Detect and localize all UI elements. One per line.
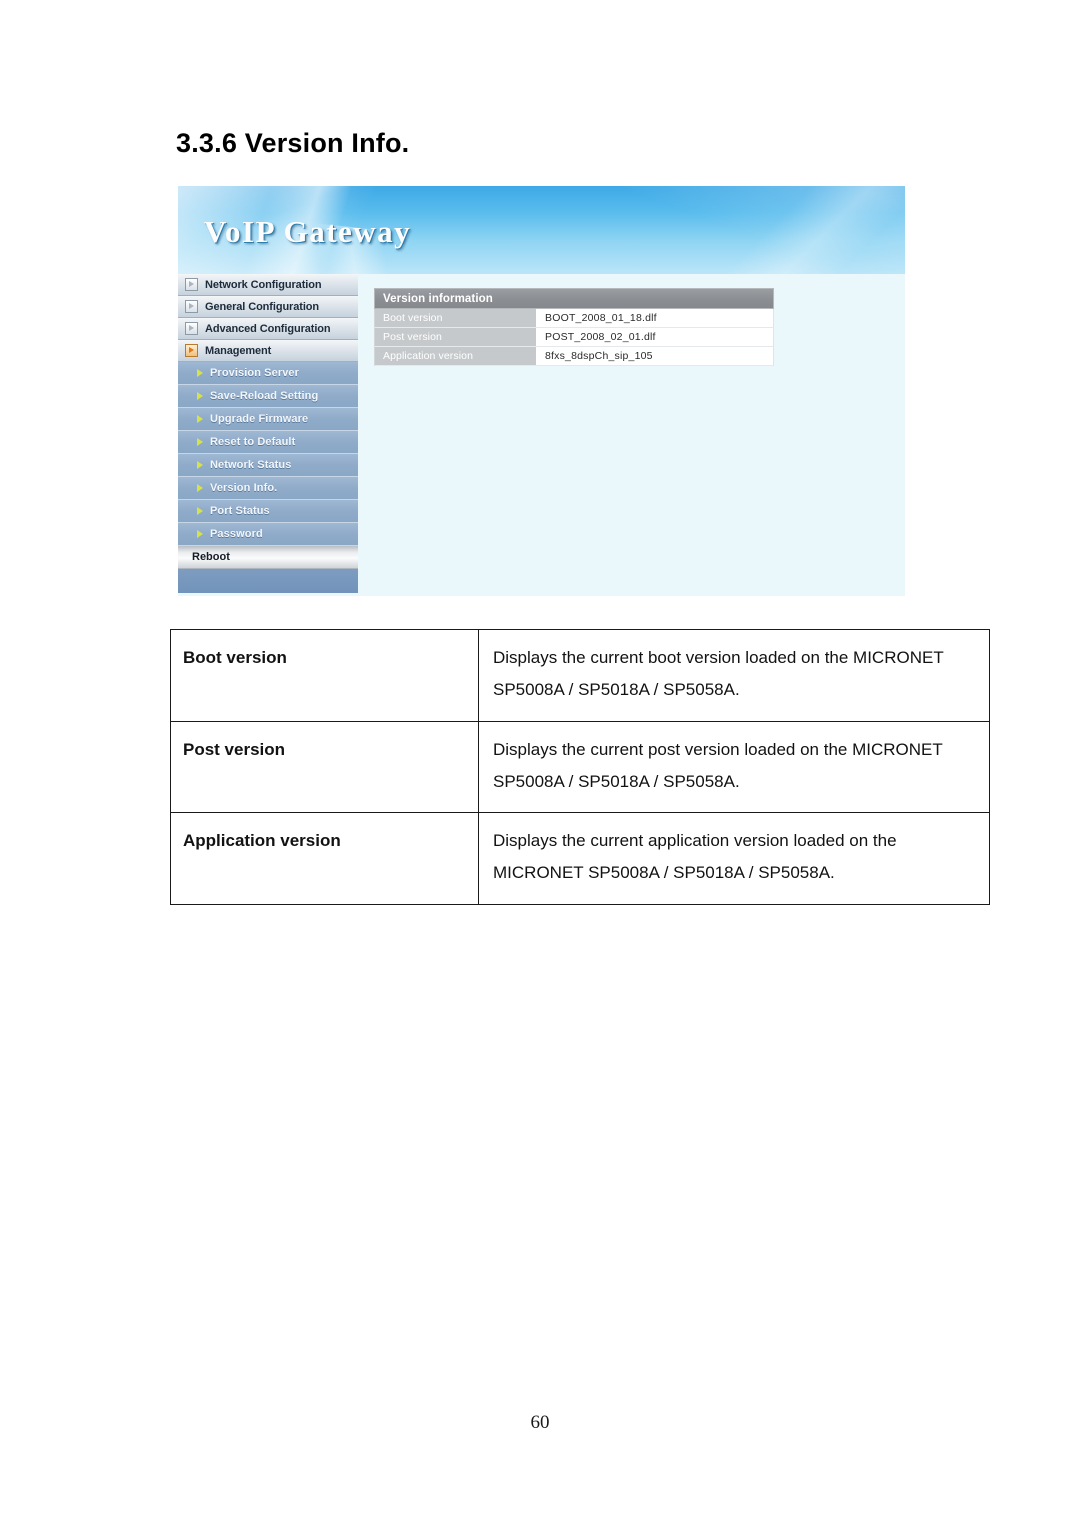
version-row-label: Application version	[375, 347, 536, 365]
arrow-right-icon	[197, 392, 203, 400]
sidebar-item-network-status[interactable]: Network Status	[178, 454, 358, 477]
sidebar-item-label: Provision Server	[210, 367, 300, 379]
arrow-right-icon	[197, 461, 203, 469]
sidebar-item-label: Network Configuration	[205, 278, 322, 291]
version-row-value: 8fxs_8dspCh_sip_105	[536, 347, 773, 365]
sidebar-item-label: Upgrade Firmware	[210, 413, 309, 425]
version-row-label: Boot version	[375, 309, 536, 327]
table-cell-description: Displays the current boot version loaded…	[478, 629, 990, 722]
sidebar: Network Configuration General Configurat…	[178, 274, 358, 593]
sidebar-item-upgrade-firmware[interactable]: Upgrade Firmware	[178, 408, 358, 431]
sidebar-item-label: Password	[210, 528, 263, 540]
triangle-box-icon	[185, 278, 198, 291]
sidebar-item-advanced-configuration[interactable]: Advanced Configuration	[178, 318, 358, 340]
app-banner: VoIP Gateway	[178, 186, 905, 274]
arrow-right-icon	[197, 507, 203, 515]
version-row-value: POST_2008_02_01.dlf	[536, 328, 773, 346]
sidebar-item-label: Advanced Configuration	[205, 322, 331, 335]
table-row: Application version Displays the current…	[170, 812, 990, 905]
sidebar-item-management[interactable]: Management	[178, 340, 358, 362]
table-cell-term: Post version	[170, 720, 479, 814]
table-cell-description: Displays the current post version loaded…	[478, 720, 990, 814]
version-information-panel: Version information Boot version BOOT_20…	[374, 288, 774, 366]
version-row-application: Application version 8fxs_8dspCh_sip_105	[374, 347, 774, 366]
sidebar-item-save-reload-setting[interactable]: Save-Reload Setting	[178, 385, 358, 408]
sidebar-item-general-configuration[interactable]: General Configuration	[178, 296, 358, 318]
description-line: SP5008A / SP5018A / SP5058A.	[493, 771, 740, 791]
sidebar-item-reboot[interactable]: Reboot	[178, 546, 358, 569]
table-cell-term: Application version	[170, 812, 479, 905]
arrow-right-icon	[197, 415, 203, 423]
arrow-right-icon	[197, 369, 203, 377]
table-cell-description: Displays the current application version…	[478, 812, 990, 905]
triangle-box-icon	[185, 300, 198, 313]
description-line: MICRONET SP5008A / SP5018A / SP5058A.	[493, 863, 835, 883]
sidebar-item-label: Reset to Default	[210, 436, 296, 448]
table-cell-term: Boot version	[170, 629, 479, 722]
sidebar-item-reset-to-default[interactable]: Reset to Default	[178, 431, 358, 454]
sidebar-footer-block	[178, 569, 358, 593]
sidebar-item-label: General Configuration	[205, 300, 320, 313]
description-line: Displays the current application version…	[493, 831, 897, 851]
page-number: 60	[530, 1412, 550, 1433]
triangle-box-icon	[185, 344, 198, 357]
sidebar-item-label: Network Status	[210, 459, 292, 471]
version-row-value: BOOT_2008_01_18.dlf	[536, 309, 773, 327]
arrow-right-icon	[197, 484, 203, 492]
triangle-box-icon	[185, 322, 198, 335]
description-line: Displays the current boot version loaded…	[493, 648, 944, 667]
description-line: SP5008A / SP5018A / SP5058A.	[493, 680, 740, 700]
banner-light-streak-icon	[625, 186, 905, 274]
app-title: VoIP Gateway	[204, 214, 412, 249]
version-row-label: Post version	[375, 328, 536, 346]
table-row: Boot version Displays the current boot v…	[170, 629, 990, 722]
sidebar-item-password[interactable]: Password	[178, 523, 358, 546]
table-row: Post version Displays the current post v…	[170, 720, 990, 814]
sidebar-item-label: Reboot	[192, 551, 230, 563]
sidebar-item-provision-server[interactable]: Provision Server	[178, 362, 358, 385]
version-row-post: Post version POST_2008_02_01.dlf	[374, 328, 774, 347]
sidebar-item-network-configuration[interactable]: Network Configuration	[178, 274, 358, 296]
field-description-table: Boot version Displays the current boot v…	[170, 629, 990, 905]
sidebar-item-label: Management	[205, 344, 272, 357]
sidebar-item-label: Save-Reload Setting	[210, 390, 319, 402]
page-title: 3.3.6 Version Info.	[176, 128, 410, 158]
description-line: Displays the current post version loaded…	[493, 739, 943, 759]
sidebar-item-port-status[interactable]: Port Status	[178, 500, 358, 523]
router-ui-screenshot: VoIP Gateway Network Configuration Gener…	[178, 186, 905, 596]
sidebar-item-label: Version Info.	[210, 482, 278, 494]
arrow-right-icon	[197, 530, 203, 538]
version-information-title: Version information	[374, 288, 774, 309]
arrow-right-icon	[197, 438, 203, 446]
sidebar-item-label: Port Status	[210, 505, 270, 517]
sidebar-item-version-info[interactable]: Version Info.	[178, 477, 358, 500]
version-row-boot: Boot version BOOT_2008_01_18.dlf	[374, 309, 774, 328]
